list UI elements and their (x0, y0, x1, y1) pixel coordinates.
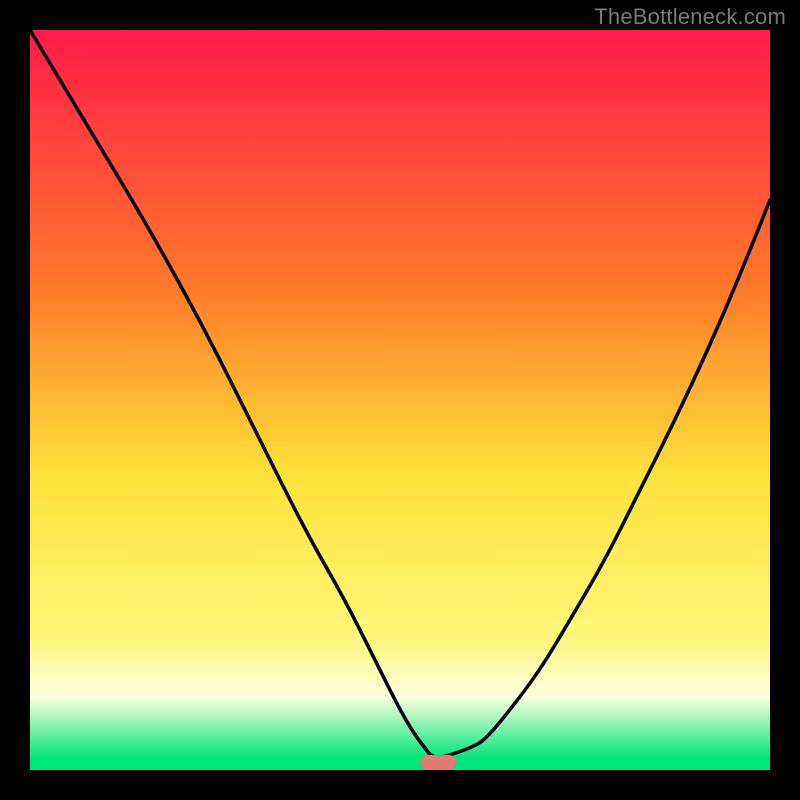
chart-frame: TheBottleneck.com (0, 0, 800, 800)
bottleneck-curve (30, 30, 770, 770)
attribution-label: TheBottleneck.com (594, 4, 786, 30)
plot-area (30, 30, 770, 770)
bottleneck-minimum-marker (420, 755, 456, 769)
